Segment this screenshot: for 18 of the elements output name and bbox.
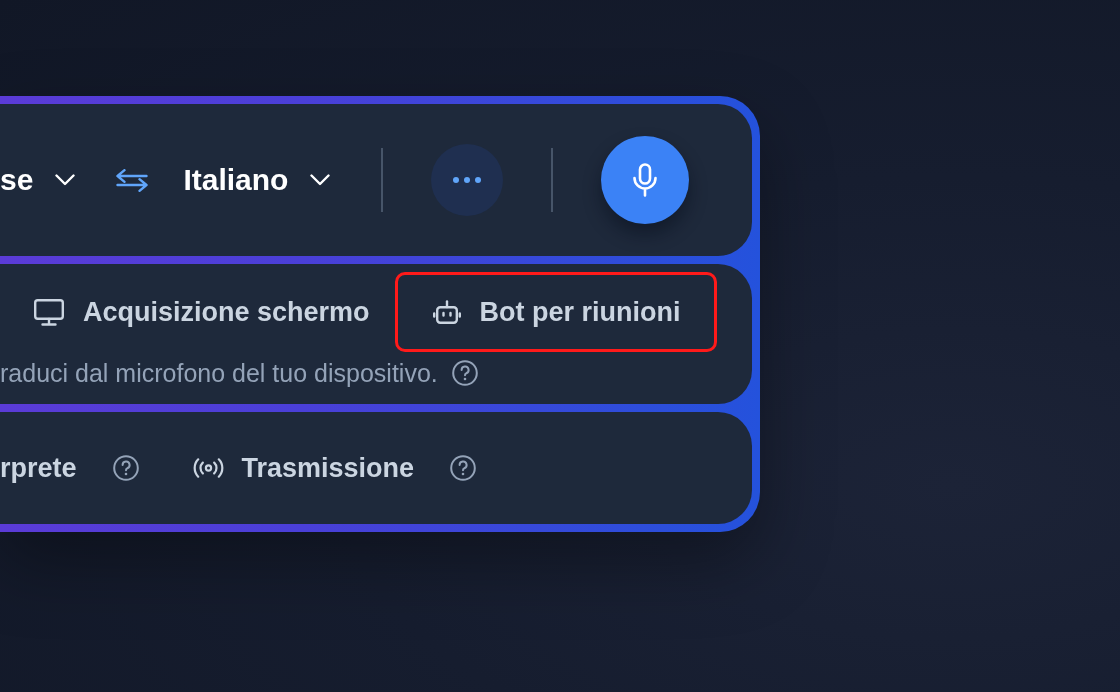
option-toggle[interactable]: rprete xyxy=(0,452,77,484)
help-icon[interactable] xyxy=(112,455,139,481)
microphone-icon xyxy=(633,163,658,197)
chevron-down-icon xyxy=(55,174,76,186)
robot-icon xyxy=(432,300,461,324)
broadcast-icon xyxy=(192,458,224,478)
more-dots-icon xyxy=(453,177,482,183)
chevron-down-icon xyxy=(310,174,331,186)
source-language-dropdown[interactable]: se xyxy=(0,162,76,198)
option-toggle[interactable]: Trasmissione xyxy=(192,452,415,484)
monitor-icon xyxy=(34,298,64,326)
mode-description: raduci dal microfono del tuo dispositivo. xyxy=(0,359,438,387)
mode-tab[interactable]: Bot per riunioni xyxy=(394,272,717,352)
help-icon[interactable] xyxy=(450,455,477,481)
swap-arrows-icon[interactable] xyxy=(116,168,149,192)
target-language-dropdown[interactable]: Italiano xyxy=(183,162,331,198)
help-icon[interactable] xyxy=(451,360,478,386)
mode-tab[interactable]: Acquisizione schermo xyxy=(0,272,395,352)
